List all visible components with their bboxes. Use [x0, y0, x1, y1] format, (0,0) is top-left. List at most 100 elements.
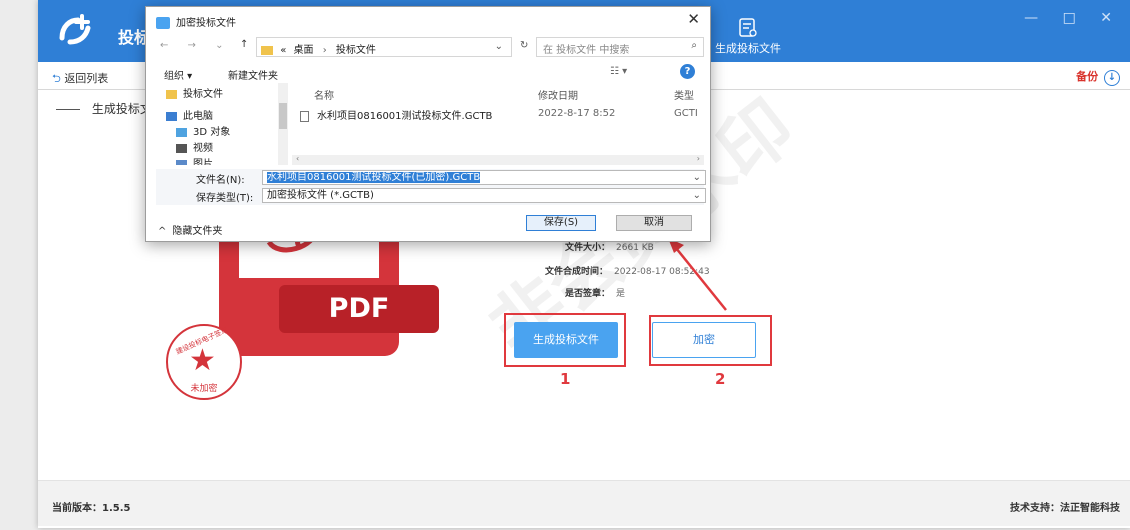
cancel-button[interactable]: 取消: [616, 215, 692, 231]
picture-icon: [176, 159, 187, 165]
folder-icon: [261, 45, 273, 55]
save-dialog: 加密投标文件 ✕ ← → ⌄ ↑ « 桌面 › 投标文件 ⌄ ↻ 在 投标文件 …: [145, 6, 711, 242]
window-controls[interactable]: — □ ✕: [1024, 10, 1122, 26]
back-forward-icon[interactable]: ← → ⌄: [160, 40, 232, 51]
column-modified[interactable]: 修改日期: [538, 87, 578, 102]
highlight-box-1: [504, 313, 626, 367]
unencrypted-stamp: 建设投标电子签章 ★ 未加密: [166, 324, 242, 400]
section-title-text: 生成投标文: [91, 102, 152, 116]
file-icon: [300, 110, 309, 122]
compose-time-value: 2022-08-17 08:52:43: [614, 267, 710, 277]
dialog-title-text: 加密投标文件: [176, 18, 236, 29]
dialog-toolbar: 组织 ▾ 新建文件夹 ☷ ▾ ?: [156, 63, 704, 83]
annotation-number-1: 1: [560, 370, 571, 388]
stamp-text: 未加密: [190, 384, 218, 394]
breadcrumb[interactable]: « 桌面 › 投标文件 ⌄: [256, 37, 512, 57]
tab-generate-bid-file[interactable]: 生成投标文件: [698, 0, 798, 62]
scroll-thumb[interactable]: [279, 103, 287, 129]
nav-item-label: 此电脑: [183, 111, 213, 122]
star-icon: ★: [189, 343, 216, 378]
savetype-select[interactable]: 加密投标文件 (*.GCTB) ⌄: [262, 188, 706, 203]
column-name[interactable]: 名称: [314, 87, 334, 102]
file-row[interactable]: 水利项目0816001测试投标文件.GCTB 2022-8-17 8:52 GC…: [300, 107, 704, 123]
file-type: GCTI: [674, 108, 698, 119]
new-folder-button[interactable]: 新建文件夹: [228, 67, 278, 82]
nav-item-videos[interactable]: 视频: [176, 139, 213, 154]
support-text: 技术支持：法正智能科技: [1010, 503, 1120, 514]
status-footer: 当前版本：1.5.5 技术支持：法正智能科技: [38, 480, 1130, 526]
dialog-app-icon: [156, 17, 170, 29]
chevron-up-icon: ^: [158, 226, 167, 237]
highlight-box-2: [649, 315, 772, 366]
save-form: 文件名(N): 水利项目0816001测试投标文件(已加密).GCTB ⌄ 保存…: [156, 169, 706, 205]
search-icon: ⌕: [691, 40, 697, 51]
file-size-label: 文件大小：: [565, 243, 611, 253]
nav-item-3d-objects[interactable]: 3D 对象: [176, 123, 231, 138]
chevron-right-icon: ›: [322, 45, 327, 56]
save-button[interactable]: 保存(S): [526, 215, 596, 231]
document-icon: [739, 18, 757, 37]
up-arrow-icon[interactable]: ↑: [240, 39, 248, 50]
nav-item-bid-files[interactable]: 投标文件: [166, 85, 223, 100]
nav-scrollbar[interactable]: [278, 83, 288, 165]
chevron-down-icon[interactable]: ⌄: [693, 189, 701, 202]
file-list: 名称 修改日期 类型 水利项目0816001测试投标文件.GCTB 2022-8…: [292, 83, 704, 165]
hide-folder-label: 隐藏文件夹: [172, 226, 223, 237]
chevron-down-icon[interactable]: ⌄: [693, 171, 701, 184]
organize-menu[interactable]: 组织 ▾: [164, 67, 192, 82]
crumb-prefix: «: [280, 45, 287, 56]
download-icon: ↓: [1104, 70, 1120, 86]
crumb-desktop[interactable]: 桌面: [294, 45, 314, 56]
backup-label: 备份: [1076, 70, 1099, 83]
signed-value: 是: [616, 289, 626, 299]
section-title: 生成投标文: [56, 100, 152, 117]
crumb-bid-files[interactable]: 投标文件: [336, 45, 376, 56]
search-input[interactable]: 在 投标文件 中搜索 ⌕: [536, 37, 704, 57]
version-text: 当前版本：1.5.5: [52, 503, 131, 514]
filename-value: 水利项目0816001测试投标文件(已加密).GCTB: [267, 172, 481, 183]
scroll-left-icon[interactable]: ‹: [296, 154, 299, 163]
file-size-value: 2661 KB: [616, 243, 654, 253]
search-placeholder: 在 投标文件 中搜索: [543, 45, 630, 56]
annotation-number-2: 2: [715, 370, 726, 388]
compose-time-row: 文件合成时间： 2022-08-17 08:52:43: [545, 264, 710, 277]
section-line: [56, 109, 80, 110]
filename-label: 文件名(N):: [196, 175, 245, 186]
video-icon: [176, 143, 187, 153]
savetype-value: 加密投标文件 (*.GCTB): [267, 190, 374, 201]
signed-label: 是否签章：: [565, 289, 611, 299]
view-options-icon[interactable]: ☷ ▾: [610, 66, 627, 77]
folder-icon: [166, 89, 177, 99]
hide-folders-toggle[interactable]: ^ 隐藏文件夹: [158, 222, 222, 237]
navigation-pane: 投标文件 此电脑 3D 对象 视频 图片: [158, 83, 282, 165]
file-date: 2022-8-17 8:52: [538, 108, 616, 119]
nav-item-label: 视频: [193, 143, 213, 154]
back-label: 返回列表: [64, 72, 109, 85]
column-type[interactable]: 类型: [674, 87, 694, 102]
savetype-label: 保存类型(T):: [196, 193, 254, 204]
refresh-icon[interactable]: ↻: [520, 40, 528, 51]
nav-item-label: 投标文件: [183, 89, 223, 100]
nav-item-label: 图片: [193, 159, 213, 165]
signed-row: 是否签章： 是: [565, 286, 625, 299]
back-to-list-button[interactable]: ⮌ 返回列表: [52, 70, 108, 89]
filename-input[interactable]: 水利项目0816001测试投标文件(已加密).GCTB ⌄: [262, 170, 706, 185]
tab-generate-label: 生成投标文件: [715, 42, 781, 55]
back-arrow-icon: ⮌: [52, 72, 61, 85]
pdf-label: PDF: [279, 285, 439, 333]
dialog-title: 加密投标文件: [156, 14, 236, 29]
nav-item-label: 3D 对象: [193, 127, 231, 138]
nav-item-this-pc[interactable]: 此电脑: [166, 107, 213, 122]
dialog-close-button[interactable]: ✕: [687, 10, 700, 28]
horizontal-scrollbar[interactable]: ‹ ›: [292, 154, 704, 165]
computer-icon: [166, 111, 177, 121]
compose-time-label: 文件合成时间：: [545, 267, 609, 277]
file-name: 水利项目0816001测试投标文件.GCTB: [317, 111, 493, 122]
dialog-nav-bar: ← → ⌄ ↑ « 桌面 › 投标文件 ⌄ ↻ 在 投标文件 中搜索 ⌕: [156, 35, 704, 59]
backup-button[interactable]: 备份 ↓: [1076, 68, 1120, 86]
nav-item-pictures[interactable]: 图片: [176, 155, 213, 165]
chevron-down-icon[interactable]: ⌄: [495, 41, 503, 52]
scroll-right-icon[interactable]: ›: [697, 154, 700, 163]
help-icon[interactable]: ?: [680, 64, 695, 79]
cube-icon: [176, 127, 187, 137]
